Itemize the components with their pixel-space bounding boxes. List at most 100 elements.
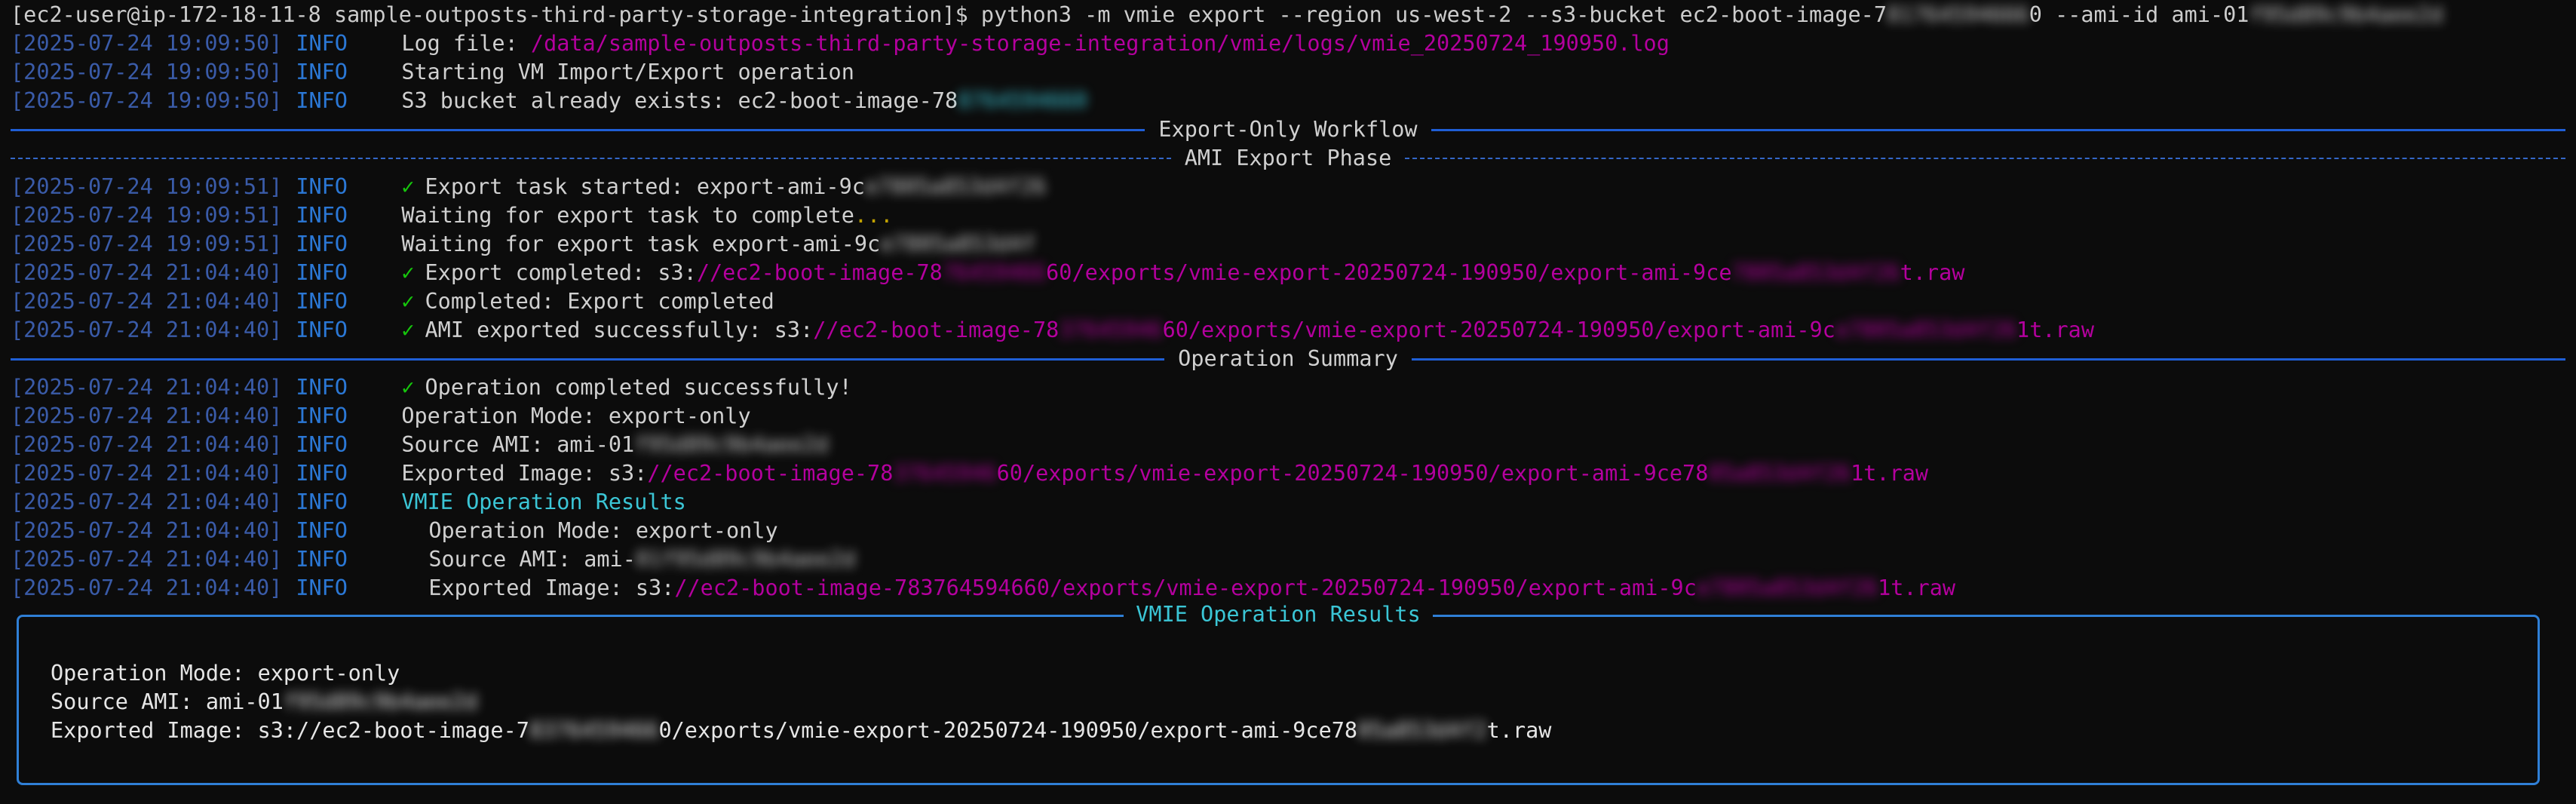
redacted-text: 8376459466 bbox=[529, 718, 659, 743]
log-level: INFO bbox=[296, 31, 348, 56]
log-level: INFO bbox=[296, 547, 348, 572]
log-message: Starting VM Import/Export operation bbox=[401, 60, 854, 84]
log-message: Source AMI: ami-01 bbox=[401, 432, 635, 457]
check-icon: ✓ bbox=[401, 375, 415, 400]
section-title: Operation Summary bbox=[1178, 346, 1398, 371]
check-icon: ✓ bbox=[401, 289, 415, 314]
log-message: Log file: bbox=[401, 31, 531, 56]
log-level: INFO bbox=[296, 232, 348, 256]
s3-link[interactable]: t.raw bbox=[1900, 259, 1965, 287]
log-message: Waiting for export task to complete bbox=[401, 203, 854, 228]
log-line: [2025-07-24 19:09:51] INFO Waiting for e… bbox=[11, 230, 2565, 259]
log-timestamp: [2025-07-24 21:04:40] bbox=[11, 404, 283, 428]
log-message: Operation completed successfully! bbox=[425, 375, 852, 400]
rule-divider bbox=[11, 158, 1171, 159]
log-message: Operation Mode: export-only bbox=[428, 518, 778, 543]
log-level: INFO bbox=[296, 174, 348, 199]
log-line: [2025-07-24 19:09:51] INFO ✓ Export task … bbox=[11, 173, 2565, 201]
log-level: INFO bbox=[296, 404, 348, 428]
panel-value: export-only bbox=[257, 661, 400, 686]
log-line: [2025-07-24 21:04:40] INFO Exported Imag… bbox=[11, 574, 2565, 603]
redacted-text: 05a853d4f26 bbox=[1708, 461, 1851, 486]
s3-link[interactable]: 60/exports/vmie-export-20250724-190950/e… bbox=[997, 459, 1709, 488]
log-timestamp: [2025-07-24 21:04:40] bbox=[11, 489, 283, 514]
log-message: AMI exported successfully: s3: bbox=[425, 318, 814, 342]
s3-link[interactable]: 60/exports/vmie-export-20250724-190950/e… bbox=[1163, 316, 1835, 345]
log-line: [2025-07-24 21:04:40] INFO Operation Mod… bbox=[11, 517, 2565, 545]
redacted-text: e7805a853d4f26 bbox=[1696, 575, 1878, 600]
log-timestamp: [2025-07-24 21:04:40] bbox=[11, 260, 283, 285]
section-rule-summary: Operation Summary bbox=[11, 345, 2566, 373]
panel-title: VMIE Operation Results bbox=[1124, 602, 1433, 627]
log-level: INFO bbox=[296, 432, 348, 457]
redacted-text: f95d89c9b4aee2d bbox=[283, 689, 478, 714]
section-title: Export-Only Workflow bbox=[1158, 117, 1418, 142]
panel-value[interactable]: 0/exports/vmie-export-20250724-190950/ex… bbox=[658, 717, 1357, 745]
log-message: Exported Image: s3: bbox=[428, 575, 675, 600]
log-message: S3 bucket already exists: ec2-boot-image… bbox=[401, 88, 958, 113]
s3-link[interactable]: 1t.raw bbox=[1878, 574, 1955, 603]
panel-row: Exported Image: s3://ec2-boot-image-7 837… bbox=[51, 717, 1551, 745]
s3-link[interactable]: 1t.raw bbox=[1851, 459, 1928, 488]
log-line: [2025-07-24 21:04:40] INFO ✓ Completed: E… bbox=[11, 287, 2565, 316]
log-timestamp: [2025-07-24 19:09:50] bbox=[11, 60, 283, 84]
log-level: INFO bbox=[296, 489, 348, 514]
log-level: INFO bbox=[296, 461, 348, 486]
command-prompt-line: [ec2-user@ip-172-18-11-8 sample-outposts… bbox=[11, 1, 2565, 29]
panel-value[interactable]: t.raw bbox=[1487, 717, 1552, 745]
s3-link[interactable]: 60/exports/vmie-export-20250724-190950/e… bbox=[1046, 259, 1731, 287]
panel-label: Source AMI: bbox=[51, 689, 193, 714]
redacted-text: e7805a853d4f bbox=[880, 232, 1036, 256]
s3-link[interactable]: 1t.raw bbox=[2016, 316, 2094, 345]
log-level: INFO bbox=[296, 88, 348, 113]
log-timestamp: [2025-07-24 21:04:40] bbox=[11, 289, 283, 314]
log-timestamp: [2025-07-24 21:04:40] bbox=[11, 318, 283, 342]
log-level: INFO bbox=[296, 575, 348, 600]
redacted-text: 8764594660 bbox=[958, 88, 1087, 113]
log-timestamp: [2025-07-24 19:09:51] bbox=[11, 203, 283, 228]
redacted-text: e7805a853d4f26 bbox=[864, 174, 1047, 199]
log-message: Export completed: s3: bbox=[425, 260, 697, 285]
panel-row: Operation Mode: export-only bbox=[51, 659, 1551, 688]
redacted-text: e7805a853d4f26 bbox=[1835, 318, 2017, 342]
s3-link[interactable]: //ec2-boot-image-783764594660/exports/vm… bbox=[674, 574, 1697, 603]
log-line: [2025-07-24 19:09:50] INFO Starting VM I… bbox=[11, 58, 2565, 87]
log-level: INFO bbox=[296, 260, 348, 285]
s3-link[interactable]: //ec2-boot-image-78 bbox=[647, 459, 893, 488]
panel-label: Operation Mode: bbox=[51, 661, 245, 686]
log-line: [2025-07-24 21:04:40] INFO Exported Imag… bbox=[11, 459, 2565, 488]
log-timestamp: [2025-07-24 19:09:51] bbox=[11, 174, 283, 199]
panel-value[interactable]: s3://ec2-boot-image-7 bbox=[258, 717, 529, 745]
results-heading: VMIE Operation Results bbox=[401, 489, 686, 514]
log-timestamp: [2025-07-24 21:04:40] bbox=[11, 461, 283, 486]
section-title: AMI Export Phase bbox=[1184, 146, 1392, 170]
check-icon: ✓ bbox=[401, 318, 415, 342]
panel-label: Exported Image: bbox=[51, 718, 245, 743]
log-timestamp: [2025-07-24 21:04:40] bbox=[11, 575, 283, 600]
redacted-text: 7805a853d4f26 bbox=[1731, 260, 1900, 285]
panel-value: ami-01 bbox=[205, 689, 284, 714]
log-level: INFO bbox=[296, 375, 348, 400]
log-timestamp: [2025-07-24 21:04:40] bbox=[11, 547, 283, 572]
redacted-text: 37645946 bbox=[893, 461, 997, 486]
redacted-text: 37645946 bbox=[1059, 318, 1163, 342]
redacted-text: 76459466 bbox=[942, 260, 1047, 285]
s3-link[interactable]: //ec2-boot-image-78 bbox=[813, 316, 1059, 345]
rule-divider bbox=[1405, 158, 2566, 159]
log-line: [2025-07-24 21:04:40] INFO Source AMI: a… bbox=[11, 545, 2565, 574]
log-level: INFO bbox=[296, 289, 348, 314]
log-line: [2025-07-24 19:09:51] INFO Waiting for e… bbox=[11, 201, 2565, 230]
redacted-text: 05a853d4f2 bbox=[1357, 718, 1487, 743]
terminal-output: [ec2-user@ip-172-18-11-8 sample-outposts… bbox=[11, 1, 2566, 603]
shell-prompt: [ec2-user@ip-172-18-11-8 sample-outposts… bbox=[11, 2, 968, 27]
log-line: [2025-07-24 21:04:40] INFO ✓ Export compl… bbox=[11, 259, 2565, 287]
log-file-link[interactable]: /data/sample-outposts-third-party-storag… bbox=[531, 29, 1670, 58]
log-message: Export task started: export-ami-9c bbox=[425, 174, 865, 199]
log-line: [2025-07-24 21:04:40] INFO VMIE Operatio… bbox=[11, 488, 2565, 517]
log-level: INFO bbox=[296, 318, 348, 342]
s3-link[interactable]: //ec2-boot-image-78 bbox=[697, 259, 943, 287]
redacted-text: 01f95d89c9b4aee2d bbox=[635, 547, 856, 572]
panel-row: Source AMI: ami-01 f95d89c9b4aee2d bbox=[51, 688, 1551, 717]
log-line: [2025-07-24 21:04:40] INFO ✓ Operation co… bbox=[11, 373, 2565, 402]
rule-divider bbox=[11, 128, 1145, 131]
